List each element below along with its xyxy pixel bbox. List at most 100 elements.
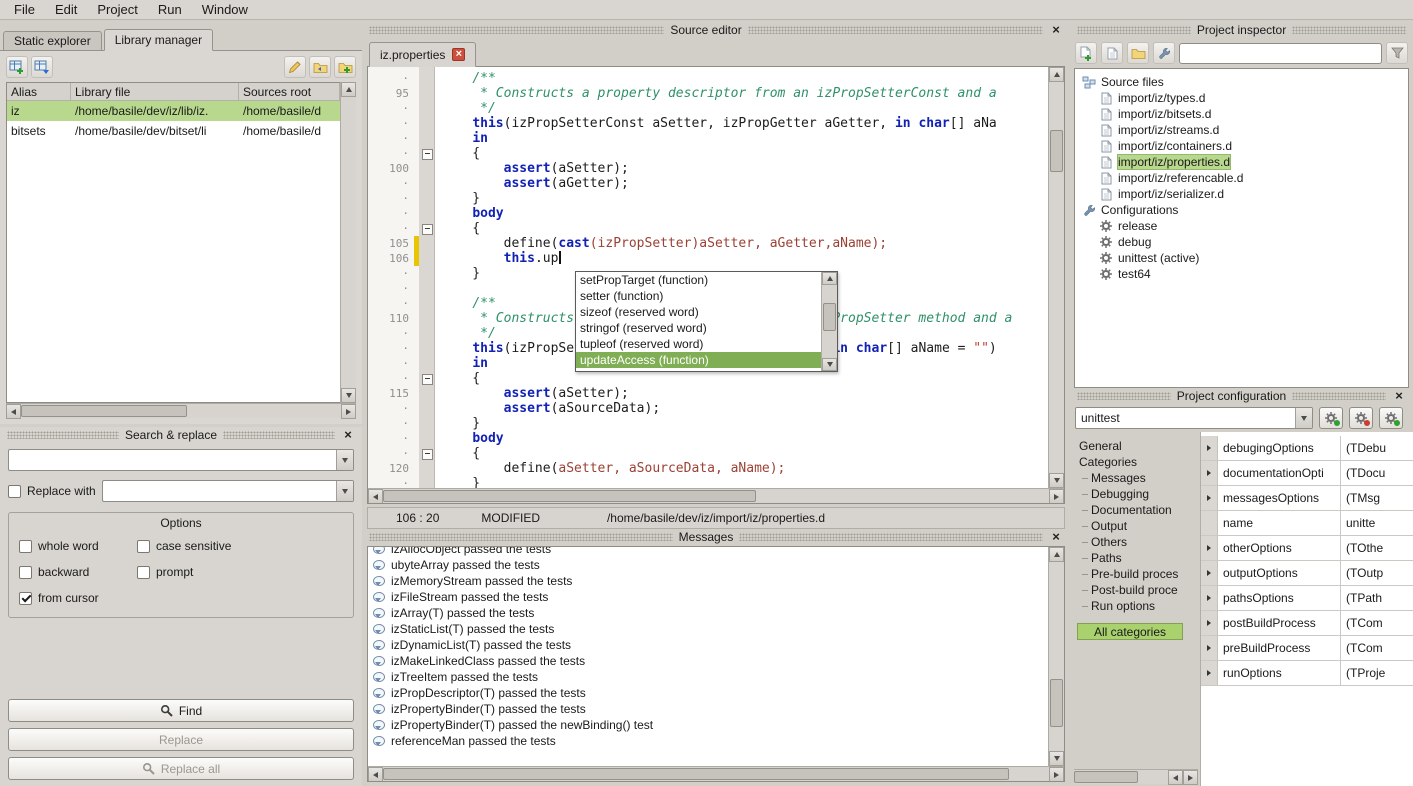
expand-arrow-icon[interactable] xyxy=(1201,461,1218,485)
config-property-row[interactable]: preBuildProcess(TCom xyxy=(1201,636,1413,661)
editor-line[interactable]: 106 this.up xyxy=(368,251,1048,266)
tab-static-explorer[interactable]: Static explorer xyxy=(3,31,102,50)
config-property-row[interactable]: otherOptions(TOthe xyxy=(1201,536,1413,561)
message-item[interactable]: izPropDescriptor(T) passed the tests xyxy=(368,685,1048,701)
library-vscrollbar[interactable] xyxy=(340,82,356,403)
dock-grip[interactable] xyxy=(7,431,119,439)
categories-hscrollbar[interactable] xyxy=(1074,769,1198,784)
tree-item-configurations[interactable]: Configurations xyxy=(1075,202,1408,218)
dock-grip[interactable] xyxy=(369,26,664,34)
category-debugging[interactable]: Debugging xyxy=(1074,486,1200,502)
tree-item-import-iz-bitsets-d[interactable]: import/iz/bitsets.d xyxy=(1075,106,1408,122)
editor-line[interactable]: 105 define(cast(izPropSetter)aSetter, aG… xyxy=(368,236,1048,251)
category-categories[interactable]: Categories xyxy=(1074,454,1200,470)
scroll-down-button[interactable] xyxy=(341,388,356,403)
completion-item[interactable]: updateAccess (function) xyxy=(576,352,821,368)
remove-config-button[interactable] xyxy=(1349,407,1373,429)
expand-arrow-icon[interactable] xyxy=(1201,611,1218,635)
message-item[interactable]: referenceMan passed the tests xyxy=(368,733,1048,749)
expand-arrow-icon[interactable] xyxy=(1201,536,1218,560)
tree-item-import-iz-properties-d[interactable]: import/iz/properties.d xyxy=(1075,154,1408,170)
completion-item[interactable]: setPropTarget (function) xyxy=(576,272,821,288)
add-source-button[interactable] xyxy=(1075,42,1097,64)
config-property-row[interactable]: messagesOptions(TMsg xyxy=(1201,486,1413,511)
add-folder-button[interactable] xyxy=(1127,42,1149,64)
filter-button[interactable] xyxy=(1386,42,1408,64)
completion-item[interactable]: tupleof (reserved word) xyxy=(576,336,821,352)
scroll-thumb[interactable] xyxy=(1074,771,1138,783)
category-documentation[interactable]: Documentation xyxy=(1074,502,1200,518)
library-row[interactable]: iz/home/basile/dev/iz/lib/iz./home/basil… xyxy=(7,101,340,121)
completion-item[interactable]: sizeof (reserved word) xyxy=(576,304,821,320)
chevron-down-icon[interactable] xyxy=(336,481,353,501)
column-header-sources-root[interactable]: Sources root xyxy=(239,83,340,100)
scroll-down-button[interactable] xyxy=(822,358,837,371)
scroll-track[interactable] xyxy=(1049,562,1064,751)
editor-vscrollbar[interactable] xyxy=(1048,67,1064,488)
completion-item[interactable]: stringof (reserved word) xyxy=(576,320,821,336)
editor-line[interactable]: 120 define(aSetter, aSourceData, aName); xyxy=(368,461,1048,476)
configuration-selector[interactable]: unittest xyxy=(1075,407,1313,429)
menu-file[interactable]: File xyxy=(4,0,45,19)
editor-line[interactable]: · this(izPropSetterConst aSetter, izProp… xyxy=(368,116,1048,131)
message-item[interactable]: izPropertyBinder(T) passed the newBindin… xyxy=(368,717,1048,733)
scroll-up-button[interactable] xyxy=(822,272,837,285)
project-tools-button[interactable] xyxy=(1153,42,1175,64)
tree-item-import-iz-serializer-d[interactable]: import/iz/serializer.d xyxy=(1075,186,1408,202)
message-item[interactable]: izFileStream passed the tests xyxy=(368,589,1048,605)
category-general[interactable]: General xyxy=(1074,438,1200,454)
inspector-filter-input[interactable] xyxy=(1179,43,1382,64)
category-messages[interactable]: Messages xyxy=(1074,470,1200,486)
fold-marker-icon[interactable] xyxy=(419,446,435,461)
tree-item-release[interactable]: release xyxy=(1075,218,1408,234)
search-term-combobox[interactable] xyxy=(8,449,354,471)
scroll-up-button[interactable] xyxy=(1049,67,1064,82)
scroll-track[interactable] xyxy=(383,767,1049,781)
editor-line[interactable]: · { xyxy=(368,221,1048,236)
tree-item-unittest-active[interactable]: unittest (active) xyxy=(1075,250,1408,266)
library-row[interactable]: bitsets/home/basile/dev/bitset/li/home/b… xyxy=(7,121,340,141)
dock-grip[interactable] xyxy=(739,533,1043,541)
expand-arrow-icon[interactable] xyxy=(1201,661,1218,685)
category-others[interactable]: Others xyxy=(1074,534,1200,550)
category-pre-build-proces[interactable]: Pre-build proces xyxy=(1074,566,1200,582)
scroll-track[interactable] xyxy=(341,97,356,388)
editor-line[interactable]: 95 * Constructs a property descriptor fr… xyxy=(368,86,1048,101)
scroll-left-button[interactable] xyxy=(368,767,383,782)
editor-line[interactable]: · in xyxy=(368,131,1048,146)
scroll-right-button[interactable] xyxy=(1183,770,1198,785)
tree-item-import-iz-types-d[interactable]: import/iz/types.d xyxy=(1075,90,1408,106)
editor-line[interactable]: · { xyxy=(368,446,1048,461)
scroll-track[interactable] xyxy=(822,285,837,358)
tab-close-icon[interactable]: × xyxy=(452,48,465,61)
tree-item-test64[interactable]: test64 xyxy=(1075,266,1408,282)
replace-with-checkbox[interactable] xyxy=(8,485,21,498)
editor-line[interactable]: · } xyxy=(368,191,1048,206)
chevron-down-icon[interactable] xyxy=(336,450,353,470)
source-editor-close-button[interactable]: × xyxy=(1049,23,1063,37)
add-config-button[interactable] xyxy=(1319,407,1343,429)
sync-config-button[interactable] xyxy=(1379,407,1403,429)
dock-grip[interactable] xyxy=(369,533,673,541)
menu-run[interactable]: Run xyxy=(148,0,192,19)
message-item[interactable]: izMemoryStream passed the tests xyxy=(368,573,1048,589)
scroll-down-button[interactable] xyxy=(1049,473,1064,488)
dock-grip[interactable] xyxy=(748,26,1043,34)
scroll-thumb[interactable] xyxy=(21,405,187,417)
scroll-thumb[interactable] xyxy=(383,768,1009,780)
dock-grip[interactable] xyxy=(1292,392,1386,400)
scroll-up-button[interactable] xyxy=(341,82,356,97)
category-run-options[interactable]: Run options xyxy=(1074,598,1200,614)
tab-iz-properties[interactable]: iz.properties × xyxy=(369,42,476,67)
scroll-thumb[interactable] xyxy=(1050,130,1063,172)
scroll-right-button[interactable] xyxy=(1049,767,1064,782)
project-configuration-close-button[interactable]: × xyxy=(1392,389,1406,403)
option-case-sensitive[interactable]: case sensitive xyxy=(137,539,343,553)
scroll-right-button[interactable] xyxy=(1049,489,1064,504)
scroll-right-button[interactable] xyxy=(341,404,356,419)
scroll-left-button[interactable] xyxy=(1168,770,1183,785)
scroll-up-button[interactable] xyxy=(1049,547,1064,562)
open-library-button[interactable] xyxy=(309,56,331,78)
message-item[interactable]: izTreeItem passed the tests xyxy=(368,669,1048,685)
messages-hscrollbar[interactable] xyxy=(368,766,1064,781)
